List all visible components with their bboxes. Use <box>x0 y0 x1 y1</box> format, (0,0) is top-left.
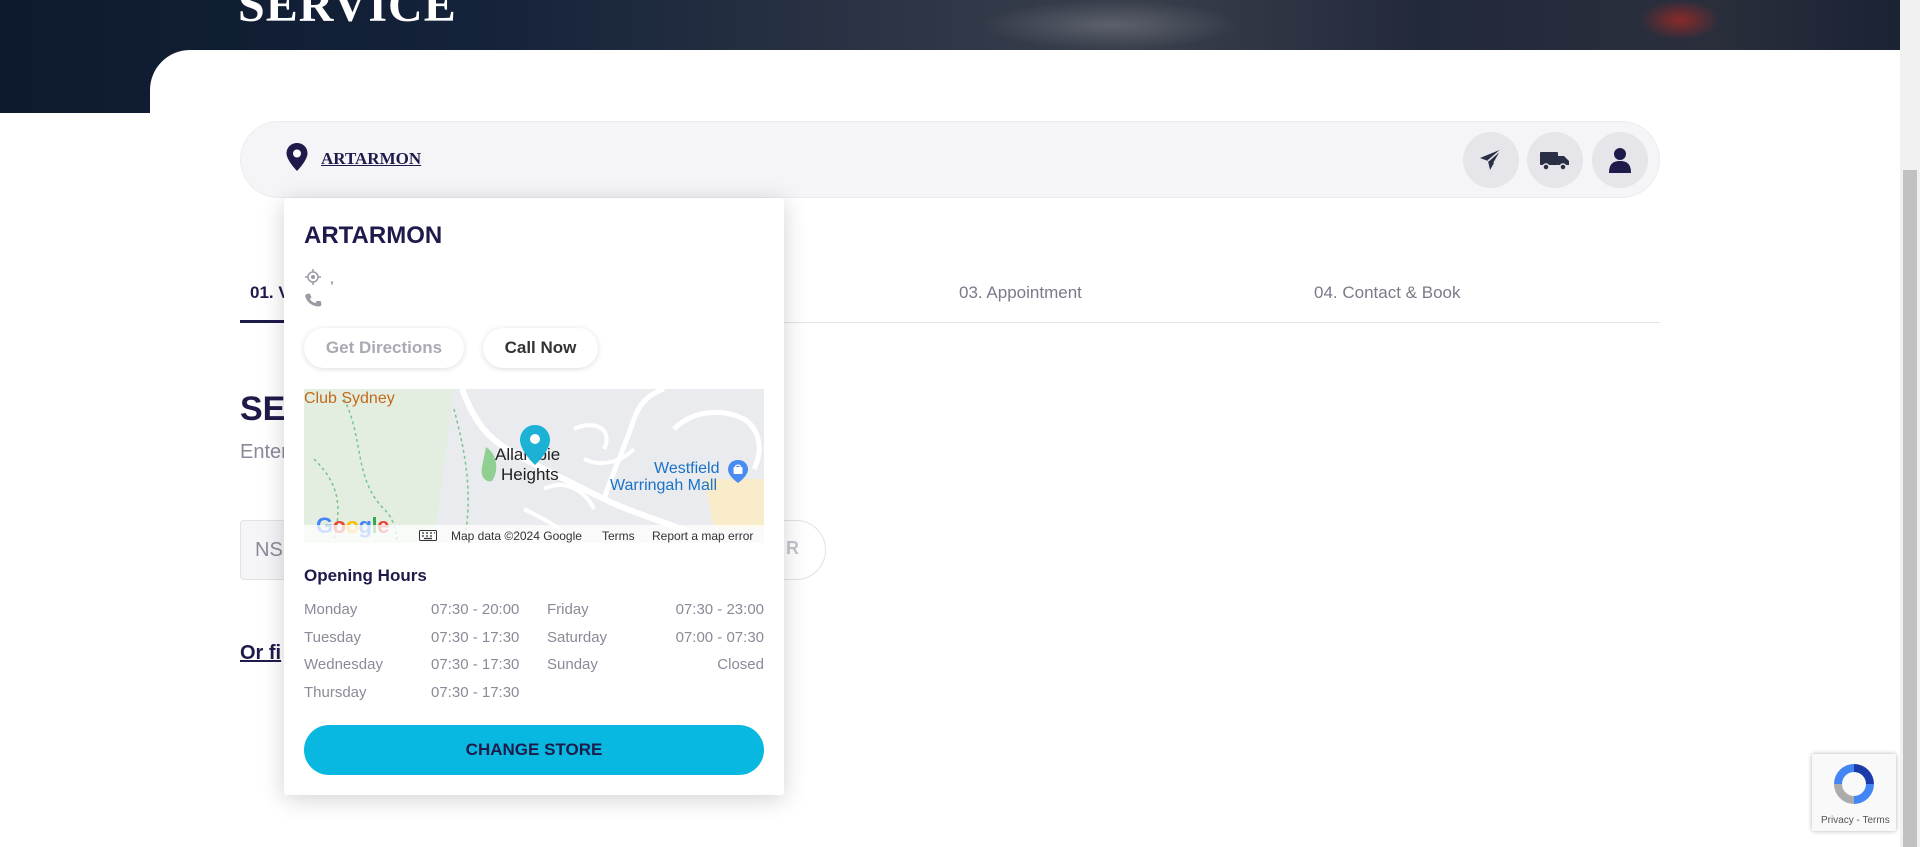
popup-address: , <box>330 270 334 286</box>
hours-time: 07:30 - 17:30 <box>431 656 520 673</box>
change-store-button[interactable]: CHANGE STORE <box>304 725 764 775</box>
hours-day: Friday <box>547 601 589 618</box>
paper-plane-icon <box>1480 148 1503 170</box>
hours-day: Tuesday <box>304 629 361 646</box>
hours-day: Sunday <box>547 656 598 673</box>
recaptcha-footer[interactable]: Privacy - Terms <box>1821 815 1890 826</box>
section-subtitle: Enter <box>240 441 288 463</box>
phone-icon <box>305 293 322 307</box>
hours-time: 07:00 - 07:30 <box>675 629 764 646</box>
opening-hours-title: Opening Hours <box>304 566 427 585</box>
account-button[interactable] <box>1592 132 1648 188</box>
step-appointment-tab[interactable]: 03. Appointment <box>959 283 1082 303</box>
get-directions-button[interactable]: Get Directions <box>304 328 464 368</box>
hours-time: 07:30 - 23:00 <box>675 601 764 618</box>
hero-title: SERVICE <box>238 0 457 32</box>
user-icon <box>1609 148 1631 173</box>
rego-button-label: R <box>786 538 799 558</box>
current-store-link[interactable]: ARTARMON <box>321 149 421 169</box>
hours-time: 07:30 - 17:30 <box>431 629 520 646</box>
map-label-club: Club Sydney <box>304 390 395 407</box>
step-contact-book-tab[interactable]: 04. Contact & Book <box>1314 283 1460 303</box>
map-data-attribution: Map data ©2024 Google <box>451 529 582 543</box>
map-label-mall-2: Warringah Mall <box>610 477 717 494</box>
hours-time: 07:30 - 17:30 <box>431 684 520 701</box>
store-marker-icon <box>520 425 550 465</box>
hours-time: 07:30 - 20:00 <box>431 601 520 618</box>
hours-day: Wednesday <box>304 656 383 673</box>
map-label-suburb-2: Heights <box>501 465 559 484</box>
step-active-indicator <box>240 320 290 323</box>
store-bar <box>240 121 1660 198</box>
find-by-other-link[interactable]: Or fi <box>240 642 281 665</box>
delivery-button[interactable] <box>1527 132 1583 188</box>
location-target-icon <box>305 269 321 285</box>
keyboard-icon[interactable] <box>419 530 437 541</box>
hours-time: Closed <box>717 656 764 673</box>
map-terms-link[interactable]: Terms <box>602 529 635 543</box>
call-now-button[interactable]: Call Now <box>483 328 598 368</box>
popup-store-title: ARTARMON <box>304 222 443 249</box>
map-report-error-link[interactable]: Report a map error <box>652 529 753 543</box>
scrollbar-thumb[interactable] <box>1903 170 1917 847</box>
shopping-bag-icon <box>728 460 748 483</box>
hero-highlight <box>980 0 1240 50</box>
send-button[interactable] <box>1463 132 1519 188</box>
hero-highlight-red <box>1640 0 1720 40</box>
truck-icon <box>1540 152 1569 171</box>
section-title: SE <box>240 390 286 428</box>
hours-day: Thursday <box>304 684 367 701</box>
map-pin-icon <box>286 143 308 171</box>
hours-day: Monday <box>304 601 358 618</box>
recaptcha-icon <box>1834 764 1874 804</box>
store-map[interactable]: Club Sydney Allambie Heights Westfield W… <box>304 389 764 543</box>
map-label-mall-1: Westfield <box>654 460 720 477</box>
hours-day: Saturday <box>547 629 608 646</box>
